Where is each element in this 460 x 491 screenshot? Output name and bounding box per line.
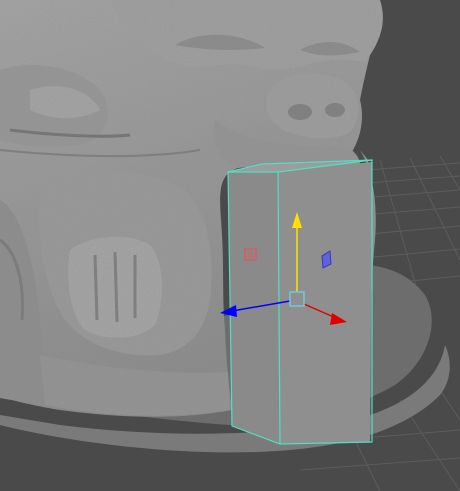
box-front-face[interactable] bbox=[278, 162, 372, 444]
viewport-canvas[interactable] bbox=[0, 0, 460, 491]
selected-box-object[interactable] bbox=[227, 159, 373, 445]
3d-viewport[interactable] bbox=[0, 0, 460, 491]
